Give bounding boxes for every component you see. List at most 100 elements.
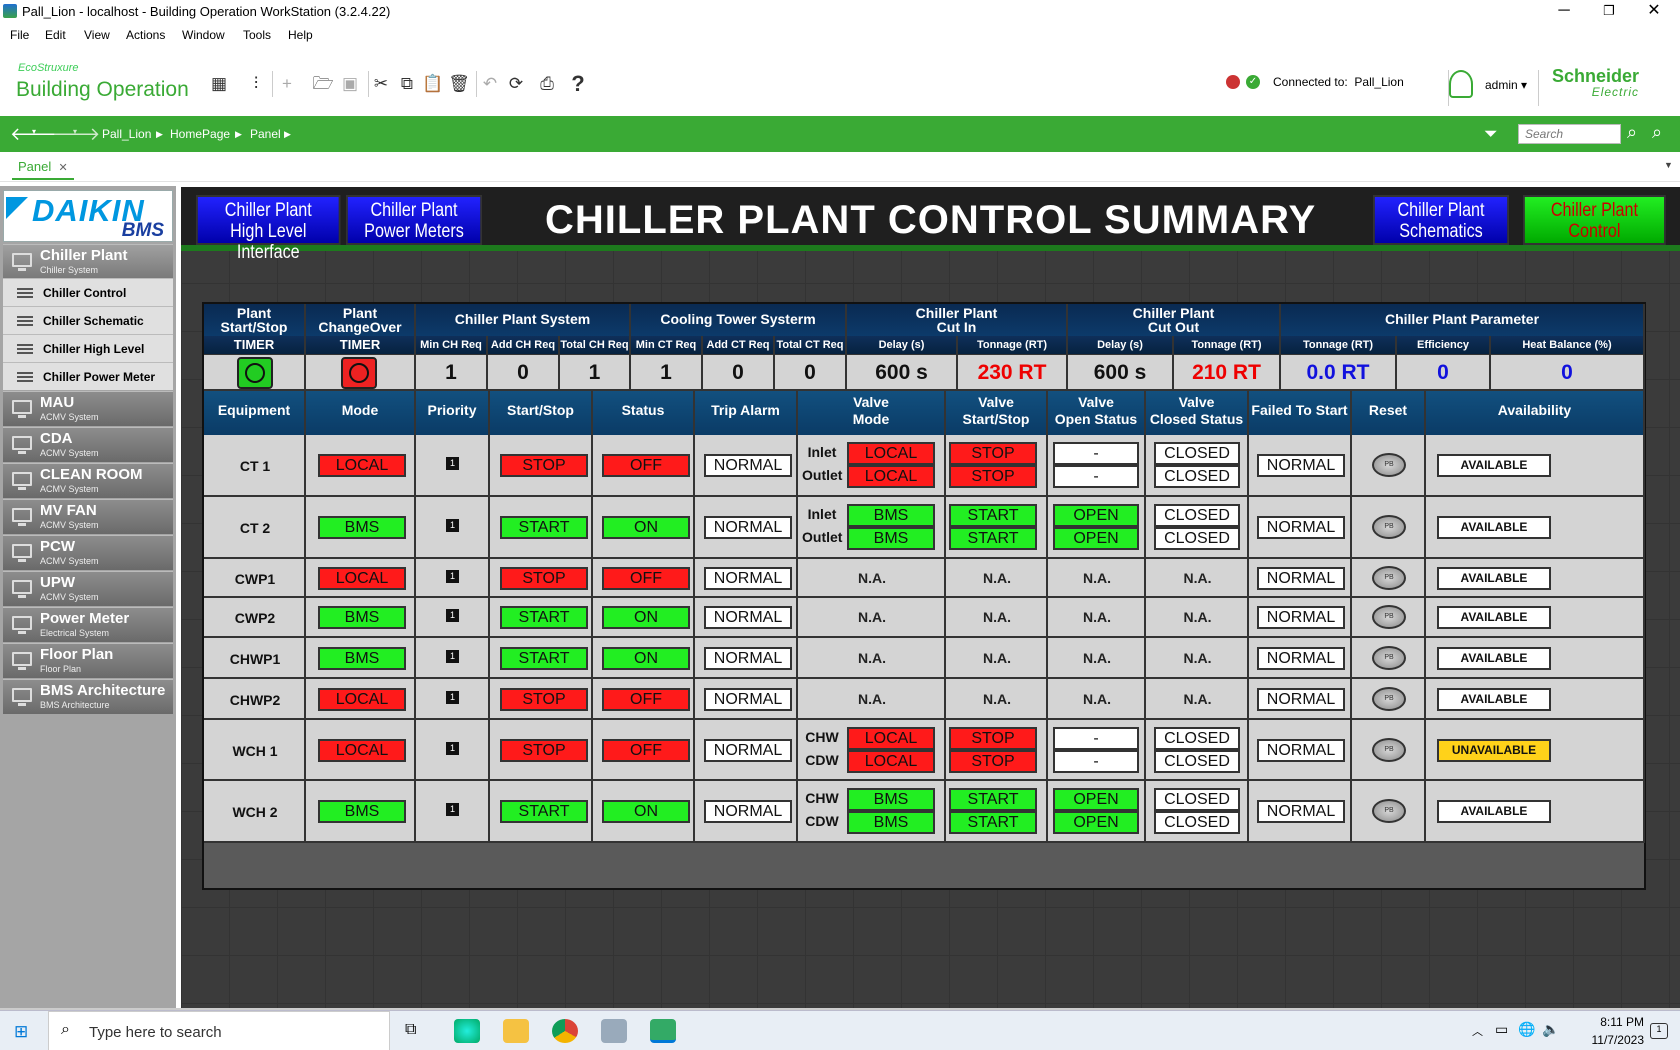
mode-indicator[interactable]: BMS: [318, 646, 406, 670]
reset-pushbutton[interactable]: PB: [1372, 453, 1406, 477]
cut-icon[interactable]: ✂: [370, 73, 392, 95]
sidebar-subitem-chiller-power-meter[interactable]: Chiller Power Meter: [3, 362, 173, 390]
add-icon[interactable]: +: [276, 73, 298, 95]
start-stop-button[interactable]: START: [500, 606, 588, 629]
menu-window[interactable]: Window: [182, 28, 225, 42]
tab-panel[interactable]: Panel ✕: [12, 156, 74, 180]
valve-mode-indicator[interactable]: LOCAL: [847, 727, 935, 750]
save-icon[interactable]: ▣: [339, 73, 361, 95]
mode-indicator[interactable]: BMS: [318, 516, 406, 539]
advanced-search-icon[interactable]: ⌕: [1652, 122, 1662, 143]
mode-indicator[interactable]: BMS: [318, 800, 406, 823]
valve-start-stop-button[interactable]: START: [949, 527, 1037, 550]
layout-icon[interactable]: ▦: [208, 73, 230, 95]
maximize-icon[interactable]: ❐: [1587, 0, 1631, 24]
power-meters-button[interactable]: Chiller Plant Power Meters: [346, 195, 482, 245]
valve-mode-indicator[interactable]: BMS: [847, 504, 935, 527]
sidebar-subitem-chiller-high-level[interactable]: Chiller High Level: [3, 334, 173, 362]
valve-start-stop-button[interactable]: START: [949, 788, 1037, 811]
refresh-icon[interactable]: ⟳: [505, 73, 527, 95]
high-level-interface-button[interactable]: Chiller Plant High Level Interface: [196, 195, 341, 263]
tab-close-icon[interactable]: ✕: [58, 162, 67, 174]
valve-mode-indicator[interactable]: BMS: [847, 811, 935, 834]
breadcrumb-panel[interactable]: Panel: [250, 127, 281, 141]
settings-sliders-icon[interactable]: ⫶: [245, 73, 267, 95]
schematics-button[interactable]: Chiller Plant Schematics: [1373, 195, 1509, 245]
menu-actions[interactable]: Actions: [126, 28, 165, 42]
sidebar-item-pcw[interactable]: PCW ACMV System: [3, 535, 173, 570]
valve-start-stop-button[interactable]: STOP: [949, 465, 1037, 488]
sidebar-item-mau[interactable]: MAU ACMV System: [3, 391, 173, 426]
reset-pushbutton[interactable]: PB: [1372, 605, 1406, 629]
priority-badge[interactable]: 1: [446, 690, 459, 704]
sidebar-item-mv-fan[interactable]: MV FAN ACMV System: [3, 499, 173, 534]
paste-icon[interactable]: 📋: [422, 73, 444, 95]
valve-mode-indicator[interactable]: LOCAL: [847, 750, 935, 773]
menu-edit[interactable]: Edit: [45, 28, 66, 42]
user-icon[interactable]: [1449, 70, 1473, 98]
taskbar-search-input[interactable]: ⌕ Type here to search: [48, 1011, 390, 1050]
valve-start-stop-button[interactable]: START: [949, 504, 1037, 527]
tray-chevron-icon[interactable]: ︿: [1472, 1023, 1483, 1039]
reset-pushbutton[interactable]: PB: [1372, 565, 1406, 590]
mode-indicator[interactable]: LOCAL: [318, 687, 406, 711]
menu-file[interactable]: File: [10, 28, 29, 42]
close-icon[interactable]: ✕: [1632, 0, 1676, 24]
breadcrumb-homepage[interactable]: HomePage: [170, 127, 230, 141]
start-stop-button[interactable]: START: [500, 800, 588, 823]
tab-list-dropdown-icon[interactable]: ▼: [1664, 160, 1673, 170]
sidebar-item-power-meter[interactable]: Power Meter Electrical System: [3, 607, 173, 642]
priority-badge[interactable]: 1: [446, 803, 459, 816]
mode-indicator[interactable]: LOCAL: [318, 454, 406, 477]
chrome-icon[interactable]: [552, 1019, 578, 1043]
sidebar-item-clean-room[interactable]: CLEAN ROOM ACMV System: [3, 463, 173, 498]
edge-icon[interactable]: [454, 1019, 480, 1043]
menu-help[interactable]: Help: [288, 28, 313, 42]
breadcrumb-pall-lion[interactable]: Pall_Lion: [102, 127, 151, 141]
mode-indicator[interactable]: LOCAL: [318, 738, 406, 762]
print-icon[interactable]: ⎙: [536, 73, 558, 95]
filter-icon[interactable]: ⏷: [1484, 124, 1498, 144]
alarm-icon[interactable]: [1226, 75, 1240, 89]
start-stop-button[interactable]: START: [500, 516, 588, 539]
tray-device-icon[interactable]: ▭: [1495, 1021, 1508, 1038]
undo-icon[interactable]: ↶: [479, 73, 501, 95]
start-stop-button[interactable]: STOP: [500, 738, 588, 762]
valve-mode-indicator[interactable]: BMS: [847, 788, 935, 811]
volume-icon[interactable]: 🔈: [1542, 1021, 1559, 1038]
priority-badge[interactable]: 1: [446, 457, 459, 470]
sidebar-item-upw[interactable]: UPW ACMV System: [3, 571, 173, 606]
delete-icon[interactable]: 🗑: [448, 73, 470, 95]
reset-pushbutton[interactable]: PB: [1372, 737, 1406, 762]
menu-view[interactable]: View: [84, 28, 110, 42]
workstation-app-icon[interactable]: [650, 1019, 676, 1043]
reset-pushbutton[interactable]: PB: [1372, 515, 1406, 539]
valve-start-stop-button[interactable]: STOP: [949, 442, 1037, 465]
priority-badge[interactable]: 1: [446, 569, 459, 583]
file-explorer-icon[interactable]: [503, 1019, 529, 1043]
priority-badge[interactable]: 1: [446, 519, 459, 532]
mode-indicator[interactable]: BMS: [318, 606, 406, 629]
sidebar-item-chiller-plant[interactable]: Chiller Plant Chiller System: [3, 244, 173, 278]
clock[interactable]: 8:11 PM 11/7/2023: [1592, 1013, 1645, 1049]
windows-start-icon[interactable]: ⊞: [14, 1022, 28, 1042]
sidebar-subitem-chiller-control[interactable]: Chiller Control: [3, 278, 173, 306]
back-dropdown-icon[interactable]: ▾: [32, 127, 36, 136]
start-stop-button[interactable]: START: [500, 646, 588, 670]
forward-dropdown-icon[interactable]: ▾: [73, 127, 77, 136]
user-menu[interactable]: admin ▾: [1485, 78, 1527, 92]
valve-mode-indicator[interactable]: LOCAL: [847, 465, 935, 488]
reset-pushbutton[interactable]: PB: [1372, 645, 1406, 670]
timer-changeover-icon[interactable]: [341, 357, 377, 389]
valve-start-stop-button[interactable]: START: [949, 811, 1037, 834]
reset-pushbutton[interactable]: PB: [1372, 799, 1406, 823]
reset-pushbutton[interactable]: PB: [1372, 686, 1406, 711]
valve-start-stop-button[interactable]: STOP: [949, 750, 1037, 773]
control-button[interactable]: Chiller Plant Control: [1523, 195, 1666, 245]
sidebar-subitem-chiller-schematic[interactable]: Chiller Schematic: [3, 306, 173, 334]
search-icon[interactable]: ⌕: [1627, 122, 1637, 143]
valve-mode-indicator[interactable]: LOCAL: [847, 442, 935, 465]
start-stop-button[interactable]: STOP: [500, 687, 588, 711]
priority-badge[interactable]: 1: [446, 649, 459, 663]
sidebar-item-bms-architecture[interactable]: BMS Architecture BMS Architecture: [3, 679, 173, 714]
